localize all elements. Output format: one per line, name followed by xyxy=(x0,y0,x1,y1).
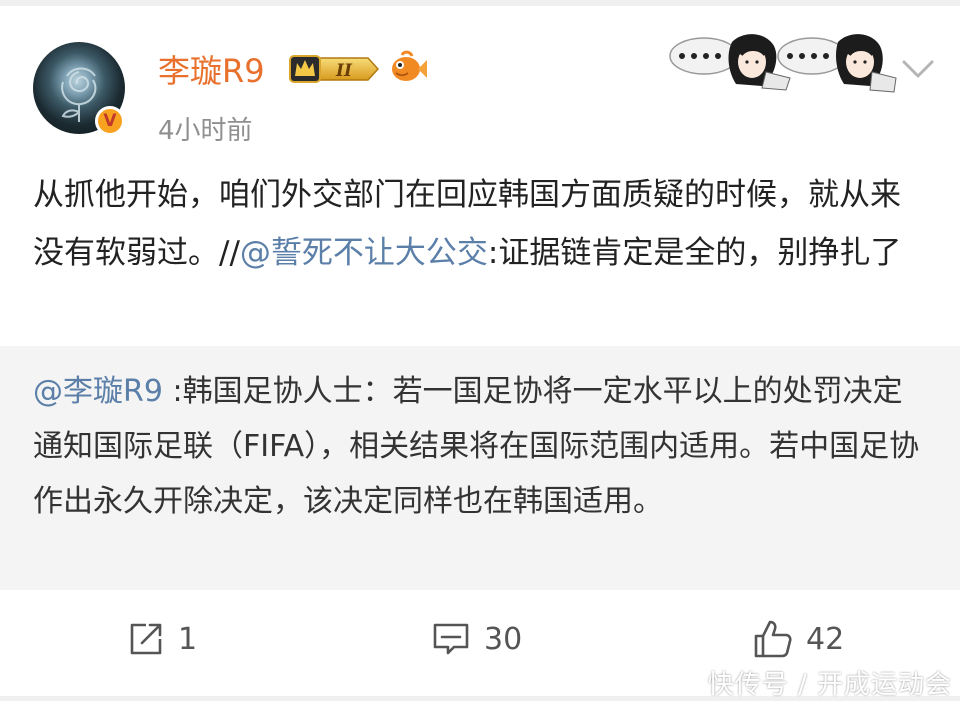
author-name[interactable]: 李璇R9 xyxy=(158,46,265,92)
share-icon xyxy=(130,623,162,655)
decorative-card-skin xyxy=(666,28,898,96)
watermark: 快传号 / 开成运动会 xyxy=(707,670,952,700)
repost-mention-link[interactable]: @李璇R9 xyxy=(33,374,163,409)
comment-button[interactable]: 30 xyxy=(430,616,522,662)
post-text-tail: :证据链肯定是全的，别挣扎了 xyxy=(487,235,902,271)
verified-badge: V xyxy=(95,106,125,136)
repost-text: :韩国足协人士：若一国足协将一定水平以上的处罚决定通知国际足联（FIFA），相关… xyxy=(33,374,920,519)
repost-box[interactable]: @李璇R9 :韩国足协人士：若一国足协将一定水平以上的处罚决定通知国际足联（FI… xyxy=(0,346,960,590)
repost-content: @李璇R9 :韩国足协人士：若一国足协将一定水平以上的处罚决定通知国际足联（FI… xyxy=(33,364,923,529)
mention-link[interactable]: @誓死不让大公交 xyxy=(240,235,488,271)
post-timestamp: 4小时前 xyxy=(158,116,253,146)
comment-icon xyxy=(433,623,469,655)
fish-pet-icon[interactable] xyxy=(388,50,428,86)
vip-level-badge[interactable]: II xyxy=(288,52,380,86)
post-content: 从抓他开始，咱们外交部门在回应韩国方面质疑的时候，就从来没有软弱过。//@誓死不… xyxy=(33,166,913,282)
post-card: V 李璇R9 II 4小时前 从抓他开始，咱们外交部门在回应韩国方面质疑的时候，… xyxy=(0,6,960,696)
thumbs-up-icon xyxy=(754,620,792,658)
like-count: 42 xyxy=(806,621,845,657)
level-text: II xyxy=(335,61,353,81)
speech-bubble-left xyxy=(669,37,739,75)
like-button[interactable]: 42 xyxy=(752,616,844,662)
chevron-down-icon[interactable] xyxy=(900,54,936,84)
share-button[interactable]: 1 xyxy=(126,616,197,662)
comment-count: 30 xyxy=(484,621,523,657)
share-count: 1 xyxy=(178,621,198,657)
